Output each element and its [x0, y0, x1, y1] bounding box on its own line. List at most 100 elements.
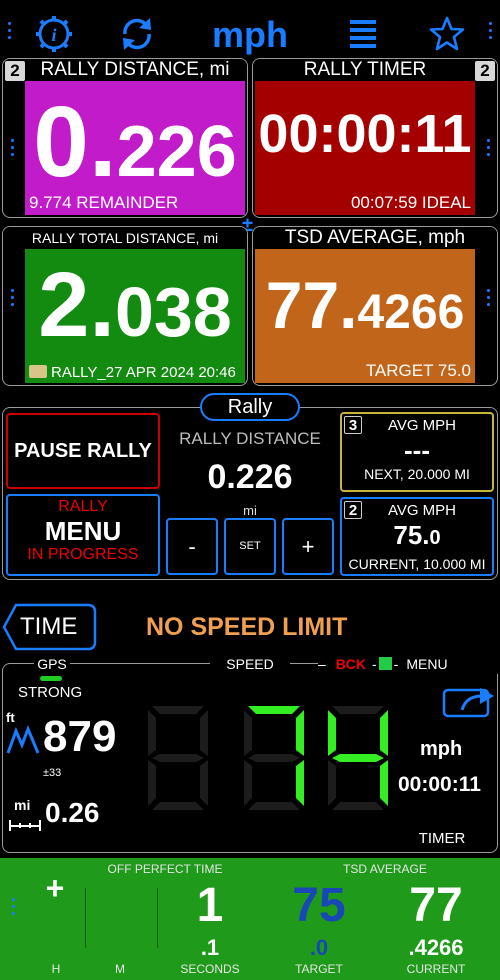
gps-signal-bar — [40, 676, 62, 681]
hours-label: H — [51, 962, 61, 976]
timer-label: TIMER — [410, 830, 474, 847]
folder-icon — [29, 365, 47, 378]
avg-current-footer: CURRENT, 10.000 MI — [348, 556, 486, 572]
target-dec: .0 — [309, 935, 329, 960]
rally-total-value: 2.038 — [38, 254, 232, 356]
rally-distance-label: RALLY DISTANCE — [179, 429, 321, 448]
refresh-icon[interactable] — [117, 14, 157, 59]
bck-menu-row: – BCK - - MENU — [318, 656, 498, 674]
ruler-icon — [8, 818, 42, 837]
rally-distance-fill: 0.226 9.774 REMAINDER — [25, 81, 245, 215]
digit-hundreds-ghost — [148, 706, 208, 810]
tile-dots — [487, 139, 491, 160]
tile-dots — [11, 289, 15, 310]
mountain-icon — [6, 724, 40, 760]
speed-menu-label[interactable]: MENU — [406, 656, 447, 672]
rally-mode-pill[interactable]: Rally — [200, 393, 300, 421]
current-dec: .4266 — [408, 935, 464, 960]
current-int: 77 — [409, 879, 463, 932]
plus-button[interactable]: + — [282, 518, 334, 575]
elapsed-timer: 00:00:11 — [398, 773, 481, 796]
tsd-average-label: TSD AVERAGE — [343, 862, 427, 876]
target-int: 75 — [292, 879, 346, 932]
left-menu-dots[interactable] — [8, 22, 12, 43]
avg-current-box[interactable]: 2 AVG MPH 75.0 CURRENT, 10.000 MI — [340, 497, 494, 576]
tsd-average-value: 77.4266 — [265, 268, 465, 342]
tile-dots — [11, 139, 15, 160]
bck-label[interactable]: BCK — [336, 656, 366, 672]
rally-timer-tile[interactable]: RALLY TIMER 2 00:00:11 00:07:59 IDEAL — [252, 58, 498, 218]
set-button[interactable]: SET — [224, 518, 276, 575]
speed-unit: mph — [420, 738, 463, 760]
menu-top-label: RALLY — [58, 498, 108, 515]
target-label: TARGET — [295, 962, 343, 976]
rally-distance-badge: 2 — [5, 61, 25, 81]
seconds-label: SECONDS — [180, 962, 240, 976]
speed-label: SPEED — [210, 656, 290, 672]
info-icon[interactable]: i — [34, 14, 74, 59]
unit-title[interactable]: mph — [190, 14, 310, 56]
rally-timer-ideal: 00:07:59 IDEAL — [350, 193, 471, 212]
svg-text:i: i — [51, 25, 56, 45]
rally-menu-button[interactable]: RALLY MENU IN PROGRESS — [6, 494, 160, 576]
avg-current-value: 75.0 — [393, 520, 441, 550]
time-tab-label: TIME — [20, 613, 78, 640]
divider — [85, 888, 86, 948]
rally-timer-title: RALLY TIMER — [253, 59, 497, 81]
tile-dots — [487, 289, 491, 310]
star-icon[interactable] — [428, 16, 466, 57]
share-icon[interactable] — [442, 684, 496, 723]
rally-total-title: RALLY TOTAL DISTANCE, mi — [3, 227, 247, 249]
digit-ones — [328, 706, 388, 810]
tsd-target: TARGET 75.0 — [365, 361, 471, 380]
rally-distance-unit: mi — [243, 503, 257, 518]
time-sign: + — [45, 870, 65, 906]
avg-current-badge: 2 — [344, 501, 362, 519]
divider — [157, 888, 158, 948]
minutes-label: M — [115, 962, 125, 976]
altitude-value: 879 — [43, 712, 117, 761]
altitude-unit: ft — [6, 710, 15, 725]
rally-distance-tile[interactable]: RALLY DISTANCE, mi 2 0.226 9.774 REMAIND… — [2, 58, 248, 218]
rally-timer-value: 00:00:11 — [258, 104, 472, 164]
avg-next-title: AVG MPH — [387, 417, 457, 434]
current-label: CURRENT — [406, 962, 466, 976]
avg-next-footer: NEXT, 20.000 MI — [364, 466, 470, 482]
avg-next-badge: 3 — [344, 416, 362, 434]
avg-next-box[interactable]: 3 AVG MPH --- NEXT, 20.000 MI — [340, 412, 494, 492]
menu-label: MENU — [44, 516, 122, 546]
distance-unit: mi — [14, 797, 31, 813]
speed-limit-text: NO SPEED LIMIT — [146, 613, 348, 641]
time-tab-button[interactable]: TIME — [2, 603, 97, 651]
seconds-dec: .1 — [200, 935, 220, 960]
rally-distance-title: RALLY DISTANCE, mi — [3, 59, 247, 81]
rally-file-label: RALLY_27 APR 2024 20:46 — [29, 364, 236, 381]
avg-next-value: --- — [404, 435, 430, 465]
minus-button[interactable]: - — [166, 518, 218, 575]
green-indicator-icon — [378, 657, 392, 670]
tsd-average-tile[interactable]: TSD AVERAGE, mph 77.4266 TARGET 75.0 — [252, 226, 498, 386]
right-menu-dots[interactable] — [489, 22, 493, 43]
bottom-status-bar[interactable]: OFF PERFECT TIME TSD AVERAGE + H M 1 .1 … — [0, 858, 500, 980]
rally-timer-badge: 2 — [475, 61, 495, 81]
rally-distance-remainder: 9.774 REMAINDER — [29, 193, 179, 212]
rally-distance-readout: 0.226 — [207, 458, 293, 496]
rally-total-fill: 2.038 RALLY_27 APR 2024 20:46 — [25, 249, 245, 383]
rally-timer-fill: 00:00:11 00:07:59 IDEAL — [255, 81, 475, 215]
bottom-dots — [12, 898, 16, 919]
avg-current-title: AVG MPH — [387, 502, 457, 519]
altitude-accuracy: ±33 — [43, 767, 62, 779]
speed-display — [148, 706, 388, 810]
gps-label: GPS — [34, 656, 70, 672]
rally-total-tile[interactable]: RALLY TOTAL DISTANCE, mi 2.038 RALLY_27 … — [2, 226, 248, 386]
tsd-average-title: TSD AVERAGE, mph — [253, 227, 497, 249]
rally-distance-value: 0.226 — [33, 86, 237, 198]
gps-strength: STRONG — [18, 684, 83, 701]
distance-value: 0.26 — [45, 797, 100, 828]
seconds-int: 1 — [196, 879, 224, 932]
menu-bottom-label: IN PROGRESS — [27, 546, 139, 563]
off-perfect-label: OFF PERFECT TIME — [107, 862, 223, 876]
list-icon[interactable] — [348, 18, 378, 55]
pause-rally-button[interactable]: PAUSE RALLY — [6, 413, 160, 489]
tsd-average-fill: 77.4266 TARGET 75.0 — [255, 249, 475, 383]
